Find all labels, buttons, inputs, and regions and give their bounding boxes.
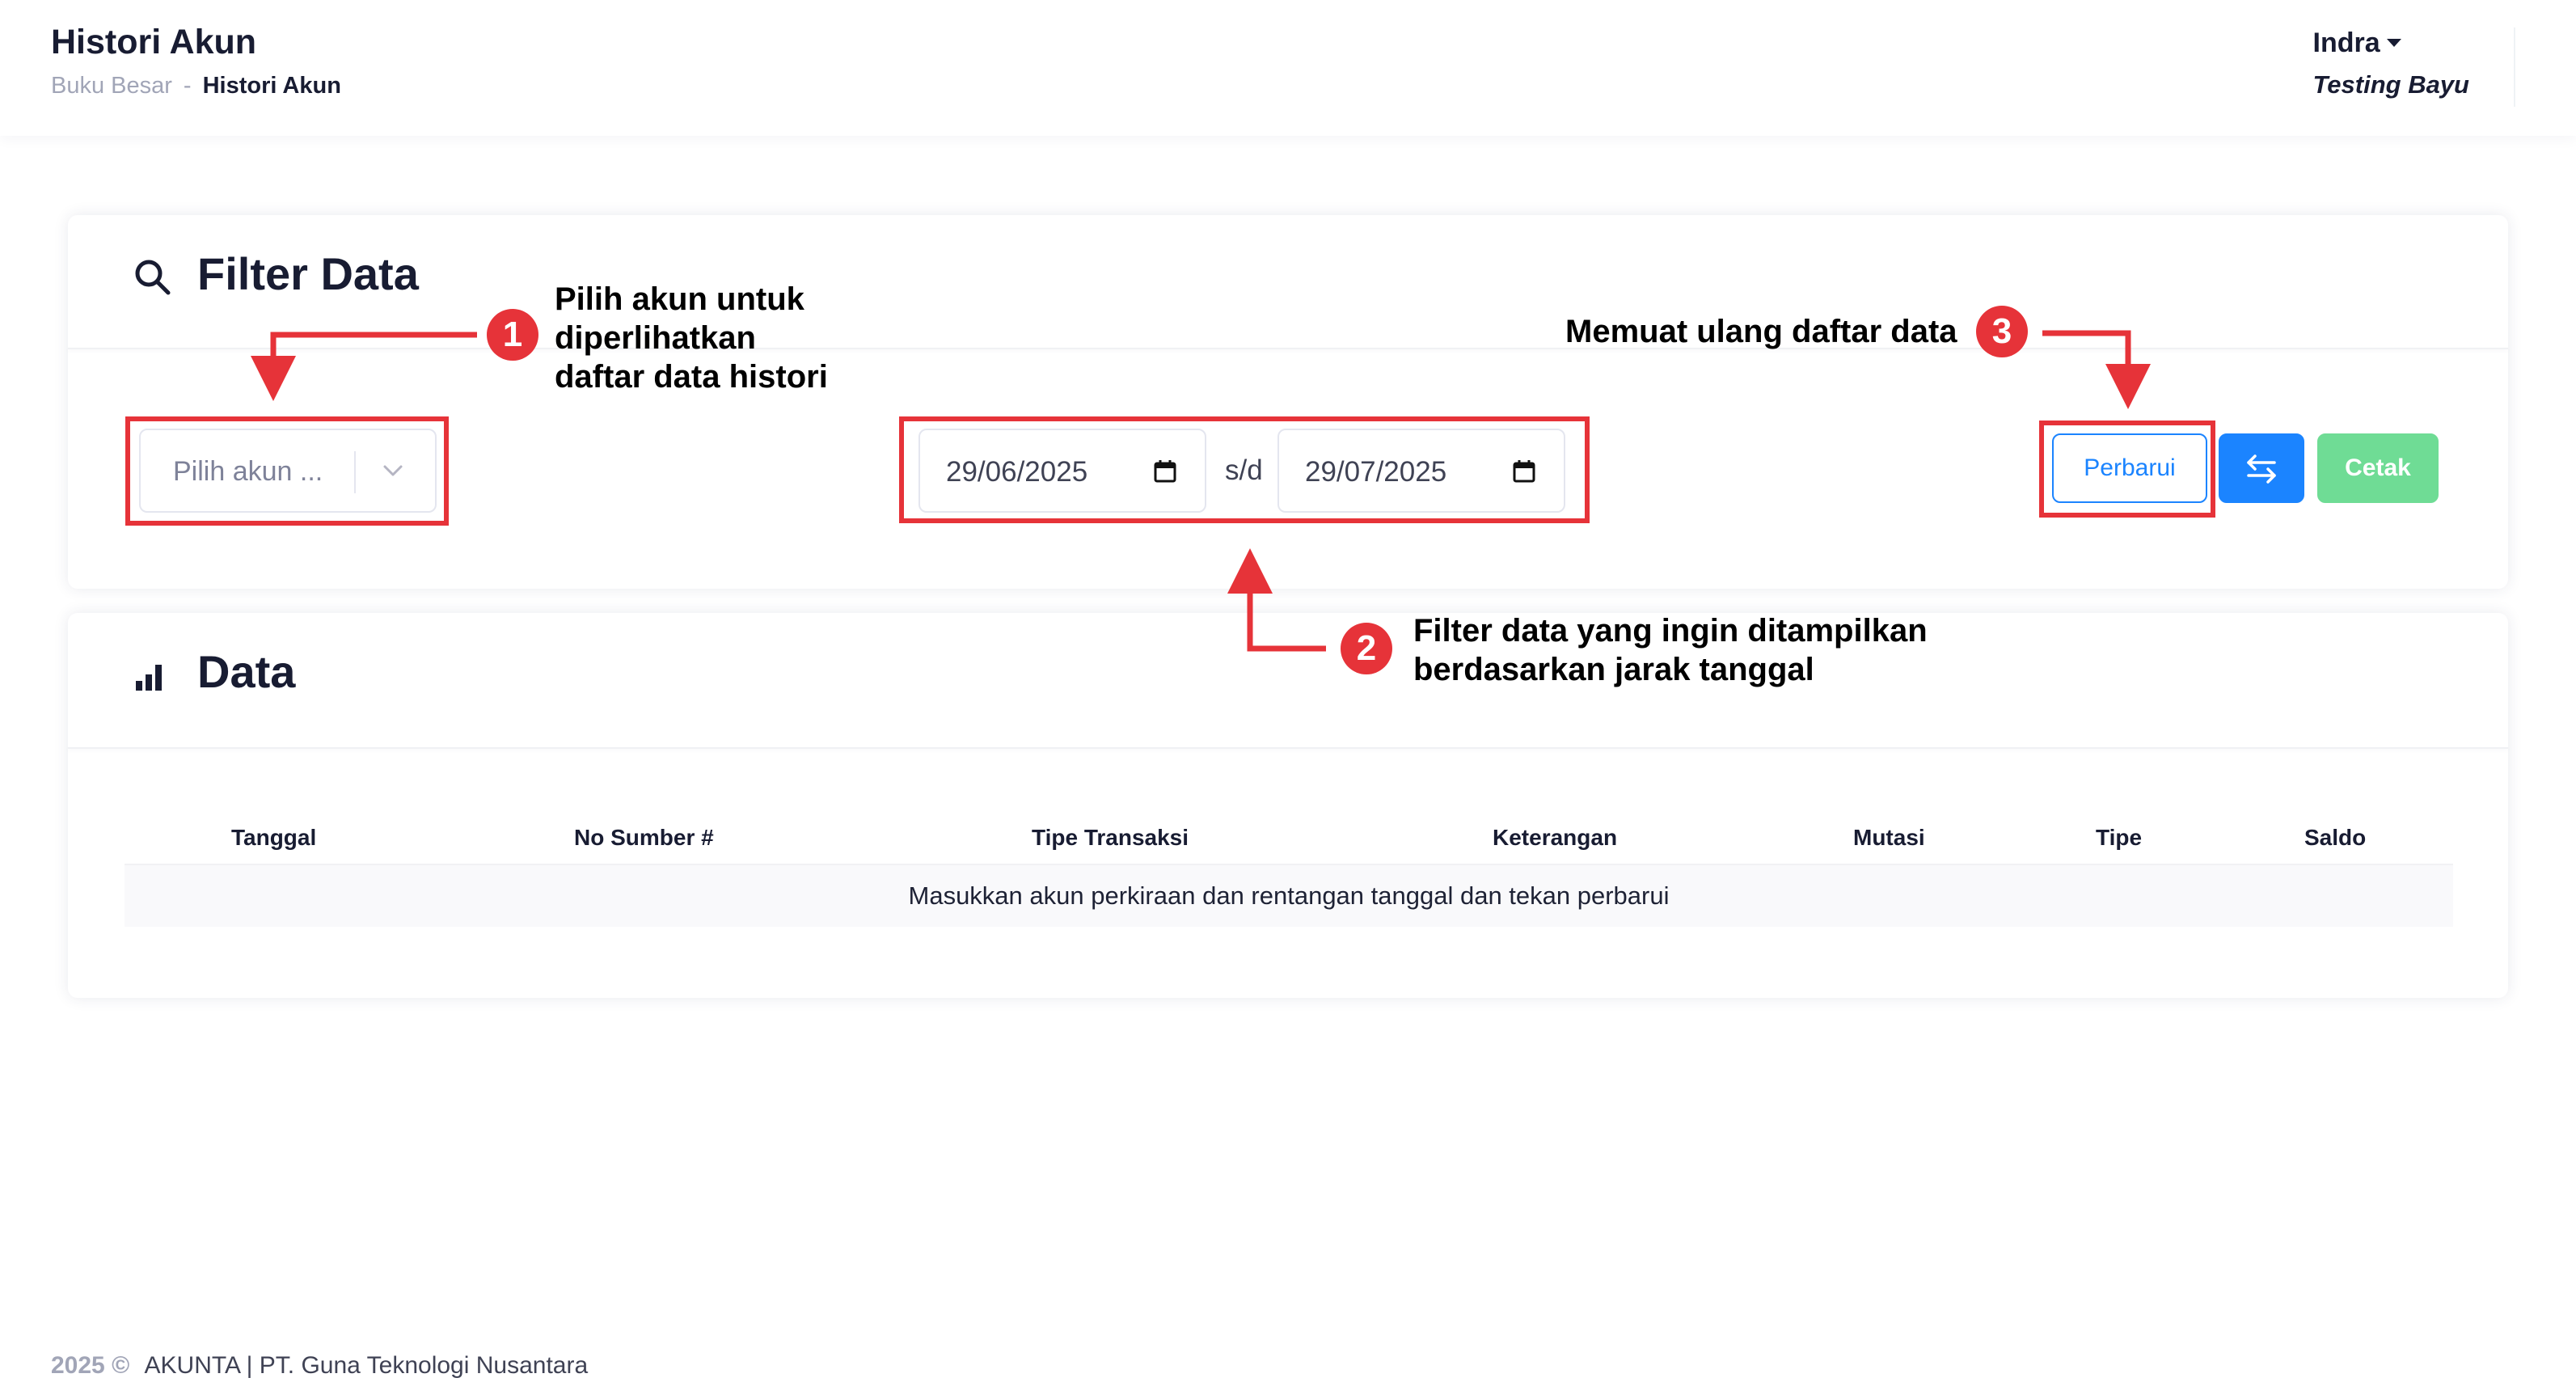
annotation-badge-1: 1 xyxy=(487,309,538,361)
annotation-arrows xyxy=(251,330,2151,652)
annotation-1-line-3: daftar data histori xyxy=(555,359,828,395)
annotation-text-2: Filter data yang ingin ditampilkan berda… xyxy=(1413,611,1928,689)
annotation-1-line-1: Pilih akun untuk xyxy=(555,281,804,317)
annotation-badge-2: 2 xyxy=(1341,623,1392,674)
annotation-2-line-2: berdasarkan jarak tanggal xyxy=(1413,652,1814,687)
annotation-badge-3: 3 xyxy=(1976,306,2028,357)
annotation-text-3: Memuat ulang daftar data xyxy=(1565,314,1957,349)
annotation-1-line-2: diperlihatkan xyxy=(555,320,756,356)
annotation-text-1: Pilih akun untuk diperlihatkan daftar da… xyxy=(555,280,828,396)
annotation-2-line-1: Filter data yang ingin ditampilkan xyxy=(1413,613,1928,649)
